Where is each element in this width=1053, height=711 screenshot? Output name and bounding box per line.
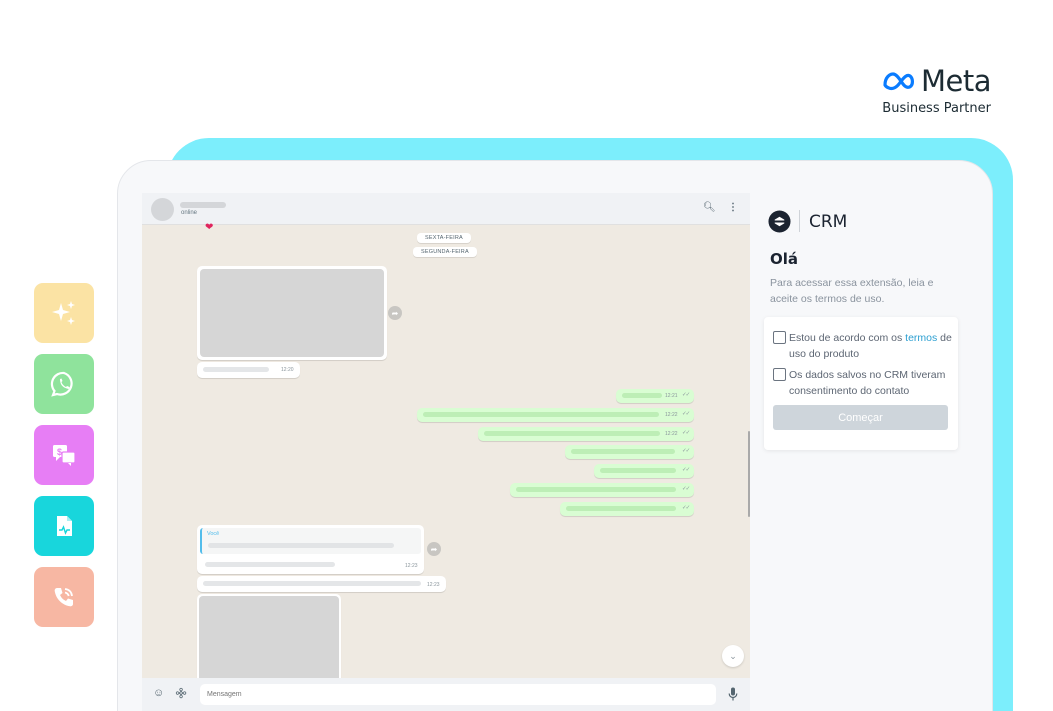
text-placeholder xyxy=(203,581,421,586)
terms-checkbox-row[interactable]: Estou de acordo com os termos de uso do … xyxy=(773,330,954,362)
quoted-message[interactable]: Você xyxy=(200,528,421,554)
search-icon[interactable]: 🔍︎ xyxy=(703,202,716,213)
svg-text:$: $ xyxy=(57,447,62,457)
terms-link[interactable]: termos xyxy=(905,332,937,344)
text-placeholder xyxy=(566,506,676,511)
phone-icon xyxy=(54,588,73,607)
document-feature-button[interactable] xyxy=(34,496,94,556)
forward-icon[interactable]: ➦ xyxy=(388,306,402,320)
text-placeholder xyxy=(622,393,662,398)
attach-icon[interactable]: ⌘ xyxy=(173,685,190,702)
intro-text: Para acessar essa extensão, leia e aceit… xyxy=(770,277,934,305)
incoming-message[interactable]: 12:20 xyxy=(197,362,300,378)
document-icon xyxy=(57,516,72,536)
forward-icon[interactable]: ➦ xyxy=(427,542,441,556)
outgoing-message[interactable]: ✓✓ xyxy=(560,502,694,516)
outgoing-message[interactable]: ✓✓ xyxy=(565,445,694,459)
whatsapp-icon xyxy=(50,371,73,397)
message-timestamp: 12:21 xyxy=(665,393,678,399)
text-placeholder xyxy=(516,487,676,492)
terms-card: Estou de acordo com os termos de uso do … xyxy=(764,317,958,450)
outgoing-message[interactable]: 12:22 ✓✓ xyxy=(417,408,694,422)
consent-label: Os dados salvos no CRM tiveram consentim… xyxy=(789,369,946,397)
text-placeholder xyxy=(205,562,335,567)
incoming-image-message[interactable] xyxy=(197,266,387,360)
contact-status: online xyxy=(181,210,198,216)
double-check-icon: ✓✓ xyxy=(682,505,690,511)
message-timestamp: 12:23 xyxy=(427,582,440,588)
crm-logo-divider xyxy=(799,210,800,232)
text-placeholder xyxy=(600,468,676,473)
meta-business-partner-logo: Meta Business Partner xyxy=(881,64,991,116)
greeting-heading: Olá xyxy=(770,250,799,268)
double-check-icon: ✓✓ xyxy=(682,486,690,492)
meta-wordmark: Meta xyxy=(920,64,992,98)
message-timestamp: 12:23 xyxy=(405,563,418,569)
double-check-icon: ✓✓ xyxy=(682,411,690,417)
consent-checkbox[interactable] xyxy=(773,368,786,381)
message-input[interactable] xyxy=(200,684,716,705)
incoming-reply-message[interactable]: Você 12:23 xyxy=(197,525,424,574)
crm-title: CRM xyxy=(809,212,848,232)
text-placeholder xyxy=(203,367,269,372)
incoming-message[interactable]: 12:23 xyxy=(197,576,446,592)
sparkle-icon xyxy=(52,301,75,325)
outgoing-message[interactable]: 12:21 ✓✓ xyxy=(616,389,694,403)
whatsapp-chat-panel: online 🔍︎ ⋮ ❤ SEXTA-FEIRA SEGUNDA-FEIRA … xyxy=(142,193,750,711)
incoming-image-message[interactable] xyxy=(197,594,341,684)
sparkle-feature-button[interactable] xyxy=(34,283,94,343)
message-timestamp: 12:20 xyxy=(281,367,294,373)
quote-author: Você xyxy=(207,531,220,537)
microphone-icon[interactable] xyxy=(728,687,738,701)
start-button[interactable]: Começar xyxy=(773,405,948,430)
emoji-icon[interactable]: ☺ xyxy=(153,687,164,699)
scrollbar[interactable] xyxy=(748,431,750,517)
double-check-icon: ✓✓ xyxy=(682,392,690,398)
outgoing-message[interactable]: ✓✓ xyxy=(594,464,694,478)
contact-name-placeholder xyxy=(180,202,226,208)
image-placeholder xyxy=(200,269,384,357)
meta-infinity-icon xyxy=(883,72,914,91)
text-placeholder xyxy=(571,449,675,454)
whatsapp-feature-button[interactable] xyxy=(34,354,94,414)
text-placeholder xyxy=(484,431,660,436)
terms-checkbox[interactable] xyxy=(773,331,786,344)
business-partner-label: Business Partner xyxy=(882,101,991,116)
outgoing-message[interactable]: 12:22 ✓✓ xyxy=(478,427,694,441)
message-timestamp: 12:22 xyxy=(665,431,678,437)
terms-label-text: Estou de acordo com os xyxy=(789,332,906,344)
scroll-down-button[interactable]: ⌄ xyxy=(722,645,744,667)
payment-chat-feature-button[interactable]: $ xyxy=(34,425,94,485)
message-timestamp: 12:22 xyxy=(665,412,678,418)
heart-reaction-icon: ❤ xyxy=(205,222,214,233)
menu-icon[interactable]: ⋮ xyxy=(728,202,738,213)
double-check-icon: ✓✓ xyxy=(682,467,690,473)
page: Meta Business Partner $ online 🔍︎ ⋮ ❤ SE… xyxy=(0,0,1053,711)
double-check-icon: ✓✓ xyxy=(682,448,690,454)
crm-panel: CRM Olá Para acessar essa extensão, leia… xyxy=(752,193,968,711)
consent-checkbox-row[interactable]: Os dados salvos no CRM tiveram consentim… xyxy=(773,367,954,399)
double-check-icon: ✓✓ xyxy=(682,430,690,436)
date-separator: SEXTA-FEIRA xyxy=(417,233,471,243)
chevron-down-icon: ⌄ xyxy=(729,650,737,661)
chat-header[interactable]: online 🔍︎ ⋮ xyxy=(142,193,750,225)
terms-label: Estou de acordo com os termos de uso do … xyxy=(789,330,954,362)
date-separator: SEGUNDA-FEIRA xyxy=(413,247,477,257)
phone-feature-button[interactable] xyxy=(34,567,94,627)
text-placeholder xyxy=(208,543,394,548)
message-composer: ☺ ⌘ xyxy=(142,678,750,711)
crm-logo-icon xyxy=(768,210,791,233)
outgoing-message[interactable]: ✓✓ xyxy=(510,483,694,497)
image-placeholder xyxy=(199,596,339,682)
avatar[interactable] xyxy=(151,198,174,221)
text-placeholder xyxy=(423,412,659,417)
payment-chat-icon: $ xyxy=(53,445,76,466)
